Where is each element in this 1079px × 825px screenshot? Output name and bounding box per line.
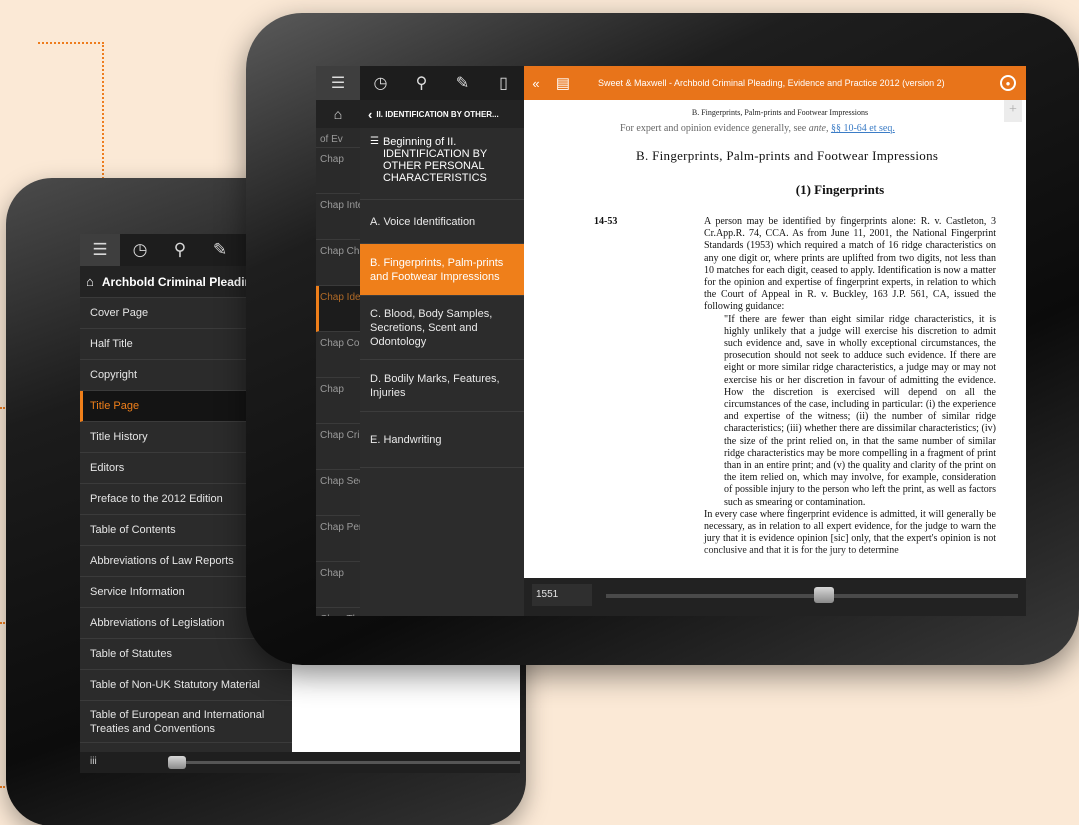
chapter-item[interactable]: Chap Thef (316, 608, 360, 616)
section-panel: ◷ ⚲ ✎ ▯ ‹ II. IDENTIFICATION BY OTHER...… (360, 66, 524, 616)
chapter-item[interactable]: Chap Char (316, 240, 360, 286)
chapter-item[interactable]: Chap Pers (316, 516, 360, 562)
beginning-of-section[interactable]: ☰ Beginning of II. IDENTIFICATION BY OTH… (360, 128, 524, 200)
running-head: B. Fingerprints, Palm-prints and Footwea… (691, 108, 869, 117)
back-navigation[interactable]: ‹ II. IDENTIFICATION BY OTHER... (360, 100, 524, 128)
front-bottom-bar: 1551 (524, 578, 1026, 616)
reader-pane: « ▤ Sweet & Maxwell - Archbold Criminal … (524, 66, 1026, 616)
back-bottom-bar: iii (80, 752, 520, 773)
chapter-item[interactable]: Chap (316, 148, 360, 194)
callout-line-toolbar-h (38, 42, 104, 44)
page-number[interactable]: 1551 (532, 584, 592, 606)
chapter-item[interactable]: Chap Crim (316, 424, 360, 470)
search-icon[interactable]: ⚲ (160, 234, 200, 266)
chapter-item[interactable]: Chap (316, 378, 360, 424)
title-bar: « ▤ Sweet & Maxwell - Archbold Criminal … (524, 66, 1026, 100)
list-icon: ☰ (370, 136, 379, 147)
chevron-left-icon: ‹ (368, 106, 373, 122)
front-toolbar: ◷ ⚲ ✎ ▯ (360, 66, 524, 100)
book-title: Archbold Criminal Pleadin (101, 274, 252, 289)
chapter-item[interactable]: Chap Secc (316, 470, 360, 516)
cross-reference-link[interactable]: §§ 10-64 et seq. (831, 123, 895, 134)
margin-number: 14-53 (594, 216, 618, 227)
page-number[interactable]: iii (90, 756, 97, 767)
home-icon: ⌂ (86, 274, 94, 289)
add-bookmark-icon[interactable]: + (1004, 100, 1022, 122)
settings-icon[interactable]: ● (1000, 75, 1016, 91)
home-icon[interactable]: ⌂ (316, 100, 360, 128)
toc-item[interactable]: Table of Non-UK Statutory Material (80, 670, 292, 701)
history-icon[interactable]: ◷ (120, 234, 160, 266)
section-item[interactable]: D. Bodily Marks, Features, Injuries (360, 360, 524, 412)
chapter-item[interactable]: of Ev (316, 128, 360, 148)
subsection-heading: (1) Fingerprints (795, 182, 885, 197)
chapter-item[interactable]: Chap Conf Evid (316, 332, 360, 378)
history-icon[interactable]: ◷ (360, 66, 401, 100)
bookmark-icon[interactable]: ▯ (483, 66, 524, 100)
document-page: + B. Fingerprints, Palm-prints and Footw… (524, 100, 1026, 578)
page-slider-thumb[interactable] (168, 756, 186, 769)
page-fade (524, 548, 1026, 578)
page-slider-track[interactable] (606, 594, 1018, 598)
collapse-icon[interactable]: « (524, 76, 548, 91)
note-icon[interactable]: ✎ (200, 234, 240, 266)
book-title: Sweet & Maxwell - Archbold Criminal Plea… (598, 78, 945, 88)
search-icon[interactable]: ⚲ (401, 66, 442, 100)
chapter-rail: ☰ ⌂ of EvChapChap InterChap CharChap Ide… (316, 66, 360, 616)
section-list: A. Voice Identification B. Fingerprints, … (360, 200, 524, 468)
section-item[interactable]: C. Blood, Body Samples, Secretions, Scen… (360, 296, 524, 360)
section-item[interactable]: B. Fingerprints, Palm-prints and Footwea… (360, 244, 524, 296)
list-icon[interactable]: ☰ (316, 66, 360, 100)
cross-reference: For expert and opinion evidence generall… (620, 123, 895, 134)
toc-item[interactable]: Table of European and International Trea… (80, 701, 292, 743)
note-icon[interactable]: ✎ (442, 66, 483, 100)
chapter-list: of EvChapChap InterChap CharChap IdenCha… (316, 128, 360, 616)
chapter-item[interactable]: Chap (316, 562, 360, 608)
back-label: II. IDENTIFICATION BY OTHER... (376, 109, 499, 119)
chapter-item[interactable]: Chap Inter (316, 194, 360, 240)
front-tablet: ☰ ⌂ of EvChapChap InterChap CharChap Ide… (246, 13, 1079, 665)
chapter-item[interactable]: Chap Iden (316, 286, 360, 332)
beginning-label: Beginning of II. IDENTIFICATION BY OTHER… (382, 136, 488, 184)
library-icon[interactable]: ▤ (548, 66, 578, 100)
section-heading: B. Fingerprints, Palm-prints and Footwea… (636, 148, 939, 163)
section-item[interactable]: E. Handwriting (360, 412, 524, 468)
section-item[interactable]: A. Voice Identification (360, 200, 524, 244)
quoted-guidance: "If there are fewer than eight similar r… (724, 313, 996, 508)
page-slider-thumb[interactable] (814, 587, 834, 603)
front-tablet-screen: ☰ ⌂ of EvChapChap InterChap CharChap Ide… (316, 66, 1026, 616)
list-icon[interactable]: ☰ (80, 234, 120, 266)
paragraph: 14-53 A person may be identified by fing… (594, 216, 996, 313)
page-slider-track[interactable] (168, 761, 520, 764)
